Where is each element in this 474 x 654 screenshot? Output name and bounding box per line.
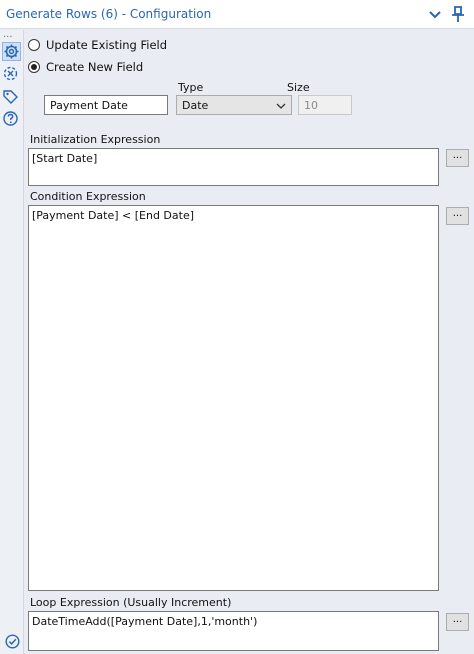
connection-icon — [3, 66, 18, 81]
type-label: Type — [178, 81, 204, 94]
help-icon — [3, 111, 18, 126]
create-new-label[interactable]: Create New Field — [46, 60, 143, 74]
pin-icon[interactable] — [450, 5, 466, 23]
help-tab-button[interactable] — [2, 110, 21, 129]
connection-tab-button[interactable] — [2, 65, 21, 84]
initialization-label: Initialization Expression — [30, 133, 161, 146]
panel-title: Generate Rows (6) - Configuration — [6, 7, 212, 21]
panel-header: Generate Rows (6) - Configuration — [0, 0, 474, 29]
loop-label: Loop Expression (Usually Increment) — [30, 596, 232, 609]
annotation-tab-button[interactable] — [2, 88, 21, 107]
loop-expression-input[interactable]: DateTimeAdd([Payment Date],1,'month') — [28, 611, 439, 651]
condition-label: Condition Expression — [30, 190, 146, 203]
check-circle-icon — [5, 634, 20, 649]
size-input: 10 — [298, 95, 352, 115]
overflow-dots[interactable]: ... — [3, 30, 13, 40]
size-label: Size — [287, 81, 310, 94]
update-existing-label[interactable]: Update Existing Field — [46, 38, 167, 52]
initialization-expression-input[interactable]: [Start Date] — [28, 148, 439, 186]
condition-expression-button[interactable]: ... — [446, 207, 469, 225]
create-new-radio[interactable] — [28, 61, 40, 73]
tag-icon — [3, 90, 18, 104]
update-existing-radio[interactable] — [28, 39, 40, 51]
chevron-down-icon — [276, 103, 286, 109]
condition-expression-input[interactable]: [Payment Date] < [End Date] — [28, 205, 439, 591]
field-name-input[interactable]: Payment Date — [44, 95, 168, 115]
loop-expression-button[interactable]: ... — [446, 613, 469, 631]
gear-icon — [4, 44, 19, 59]
type-select[interactable]: Date — [176, 95, 292, 115]
type-select-value: Date — [182, 99, 209, 112]
initialization-expression-button[interactable]: ... — [446, 149, 469, 167]
chevron-down-icon[interactable] — [428, 8, 442, 22]
configuration-tab-button[interactable] — [2, 42, 21, 61]
